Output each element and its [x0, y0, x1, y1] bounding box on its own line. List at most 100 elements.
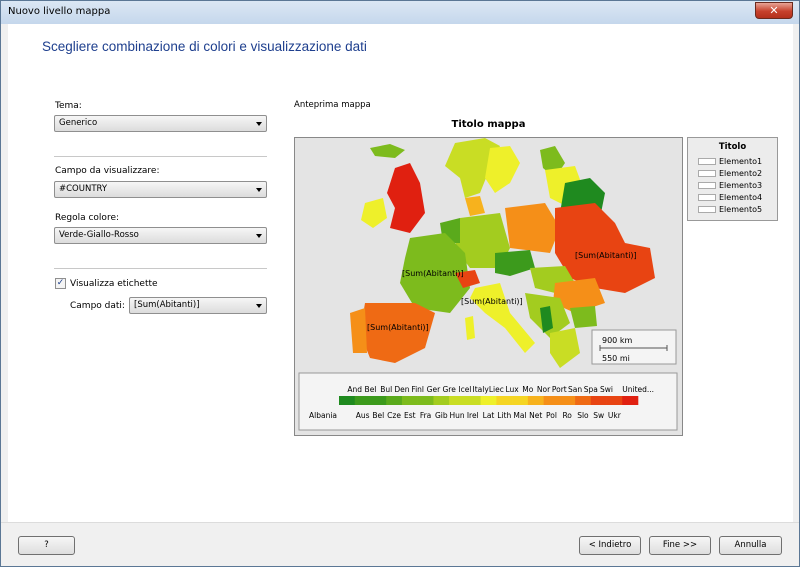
campo-label: Campo da visualizzare: [55, 166, 160, 176]
finish-button[interactable]: Fine >> [649, 536, 711, 555]
tema-value: Generico [59, 118, 98, 128]
tema-dropdown[interactable]: Generico [54, 115, 267, 132]
color-scale-top-label: Mo [522, 385, 533, 394]
color-scale-bottom-label: Albania [309, 411, 337, 420]
scale-mi: 550 mi [602, 354, 630, 363]
color-scale-swatch [496, 396, 513, 405]
map-canvas: [Sum(Abitanti)] [Sum(Abitanti)] [Sum(Abi… [295, 138, 682, 435]
etichette-label: Visualizza etichette [70, 279, 158, 289]
legend-item: Elemento2 [698, 169, 762, 179]
color-scale-swatch [386, 396, 403, 405]
color-scale-swatch [590, 396, 607, 405]
legend-item: Elemento5 [698, 205, 762, 215]
data-label: [Sum(Abitanti)] [402, 269, 464, 278]
color-scale-swatch [417, 396, 434, 405]
color-scale-bottom-label: Pol [546, 411, 557, 420]
data-label: [Sum(Abitanti)] [367, 323, 429, 332]
color-scale-bottom-label: Cze [387, 411, 401, 420]
regola-colore-dropdown[interactable]: Verde-Giallo-Rosso [54, 227, 267, 244]
color-scale-swatch [354, 396, 371, 405]
color-scale-top-label: And [347, 385, 362, 394]
legend-swatch [698, 170, 716, 177]
color-scale-swatch [559, 396, 576, 405]
divider [54, 268, 267, 269]
color-scale-bottom-label: Ro [562, 411, 572, 420]
cancel-button[interactable]: Annulla [719, 536, 782, 555]
title-bar[interactable]: Nuovo livello mappa ✕ [1, 1, 799, 24]
color-scale-bottom-label: Ukr [608, 411, 622, 420]
etichette-checkbox[interactable]: ✓ [55, 278, 66, 289]
chevron-down-icon [256, 122, 262, 126]
legend-title: Titolo [718, 142, 747, 152]
color-scale-bottom-label: Slo [577, 411, 589, 420]
campo-dropdown[interactable]: #COUNTRY [54, 181, 267, 198]
map-preview: [Sum(Abitanti)] [Sum(Abitanti)] [Sum(Abi… [294, 137, 683, 436]
window-title: Nuovo livello mappa [8, 6, 111, 17]
wizard-content: Scegliere combinazione di colori e visua… [8, 24, 793, 522]
color-scale-swatch [449, 396, 466, 405]
legend-item: Elemento1 [698, 157, 762, 167]
color-scale-top-label: Finl [411, 385, 424, 394]
legend-item-label: Elemento2 [719, 169, 763, 178]
color-scale-bottom-label: Mal [513, 411, 526, 420]
color-scale-bottom-label: Lat [483, 411, 495, 420]
color-scale-top-label: Port [552, 385, 567, 394]
legend-item-label: Elemento5 [719, 205, 763, 214]
legend-swatch [698, 182, 716, 189]
help-button[interactable]: ? [18, 536, 75, 555]
campo-dati-value: [Sum(Abitanti)] [134, 300, 200, 310]
tema-label: Tema: [55, 101, 82, 111]
color-scale-swatch [543, 396, 560, 405]
divider [54, 156, 267, 157]
color-scale-swatch [512, 396, 529, 405]
color-scale-swatch [622, 396, 639, 405]
chevron-down-icon [256, 304, 262, 308]
color-scale-top-label: Bel [365, 385, 377, 394]
data-label: [Sum(Abitanti)] [575, 251, 637, 260]
color-scale-bottom-label: Irel [467, 411, 479, 420]
color-scale-bottom-label: Est [404, 411, 416, 420]
color-scale-swatch [575, 396, 592, 405]
button-bar: ? < Indietro Fine >> Annulla [1, 522, 799, 566]
color-scale-swatch [480, 396, 497, 405]
legend-item-label: Elemento4 [719, 193, 763, 202]
color-scale-bottom-label: Lith [497, 411, 511, 420]
color-scale-top-label: San [568, 385, 582, 394]
back-button[interactable]: < Indietro [579, 536, 641, 555]
color-scale-swatch [527, 396, 544, 405]
legend-box: Titolo Elemento1 Elemento2 Elemento3 Ele… [687, 137, 778, 221]
preview-label: Anteprima mappa [294, 100, 371, 110]
color-scale-top-label: Italy [472, 385, 489, 394]
color-scale-top-label: United... [622, 385, 654, 394]
color-scale-top-label: Den [394, 385, 409, 394]
color-scale-bottom-label: Aus [356, 411, 370, 420]
close-button[interactable]: ✕ [755, 2, 793, 19]
color-scale-bottom-label: Sw [593, 411, 604, 420]
regola-value: Verde-Giallo-Rosso [59, 230, 139, 240]
color-scale-swatch [370, 396, 387, 405]
legend-item: Elemento3 [698, 181, 762, 191]
color-scale-swatch [339, 396, 356, 405]
campo-dati-dropdown[interactable]: [Sum(Abitanti)] [129, 297, 267, 314]
dialog-window: Nuovo livello mappa ✕ Scegliere combinaz… [0, 0, 800, 567]
legend-swatch [698, 158, 716, 165]
color-scale-top-label: Spa [584, 385, 598, 394]
color-scale-bottom-label: Hun [449, 411, 464, 420]
color-scale-top-label: Icel [458, 385, 471, 394]
page-heading: Scegliere combinazione di colori e visua… [42, 39, 367, 54]
legend-item-label: Elemento3 [719, 181, 763, 190]
color-scale-swatch [433, 396, 450, 405]
country-shape [350, 308, 367, 353]
regola-label: Regola colore: [55, 213, 120, 223]
scale-km: 900 km [602, 336, 632, 345]
color-scale-top-label: Bul [380, 385, 392, 394]
campo-dati-label: Campo dati: [70, 301, 125, 311]
legend-item-label: Elemento1 [719, 157, 763, 166]
color-scale-top-label: Nor [537, 385, 551, 394]
color-scale-top-label: Swi [600, 385, 613, 394]
color-scale-bottom-label: Fra [420, 411, 431, 420]
legend-item: Elemento4 [698, 193, 762, 203]
chevron-down-icon [256, 188, 262, 192]
color-scale-swatch [401, 396, 418, 405]
map-title: Titolo mappa [451, 119, 526, 130]
